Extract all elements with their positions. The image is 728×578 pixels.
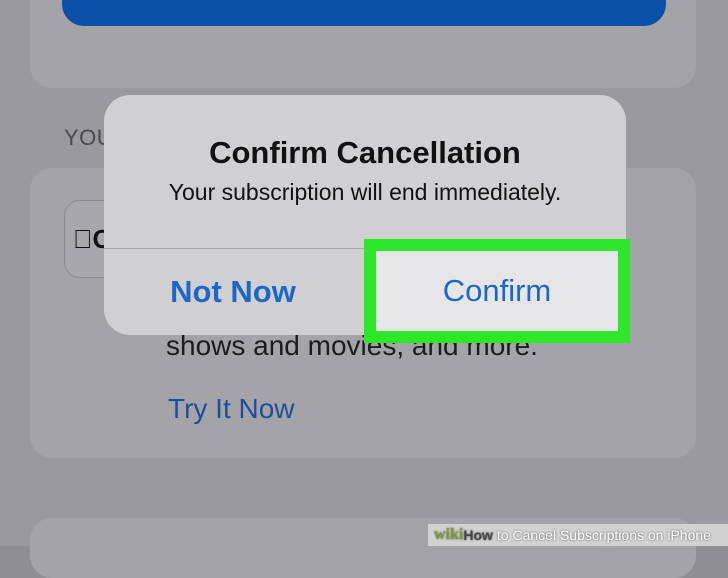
confirm-button[interactable]: Confirm xyxy=(364,239,630,343)
try-it-now-link[interactable]: Try It Now xyxy=(168,393,295,425)
watermark-caption: to Cancel Subscriptions on iPhone xyxy=(496,527,711,543)
alert-message: Your subscription will end immediately. xyxy=(168,179,562,205)
wikihow-watermark: wiki How to Cancel Subscriptions on iPho… xyxy=(428,524,728,546)
alert-title: Confirm Cancellation xyxy=(209,135,521,170)
not-now-button[interactable]: Not Now xyxy=(104,249,362,335)
wikihow-logo-wiki: wiki xyxy=(434,526,464,543)
wikihow-logo-how: How xyxy=(463,527,493,543)
primary-button[interactable] xyxy=(62,0,666,26)
